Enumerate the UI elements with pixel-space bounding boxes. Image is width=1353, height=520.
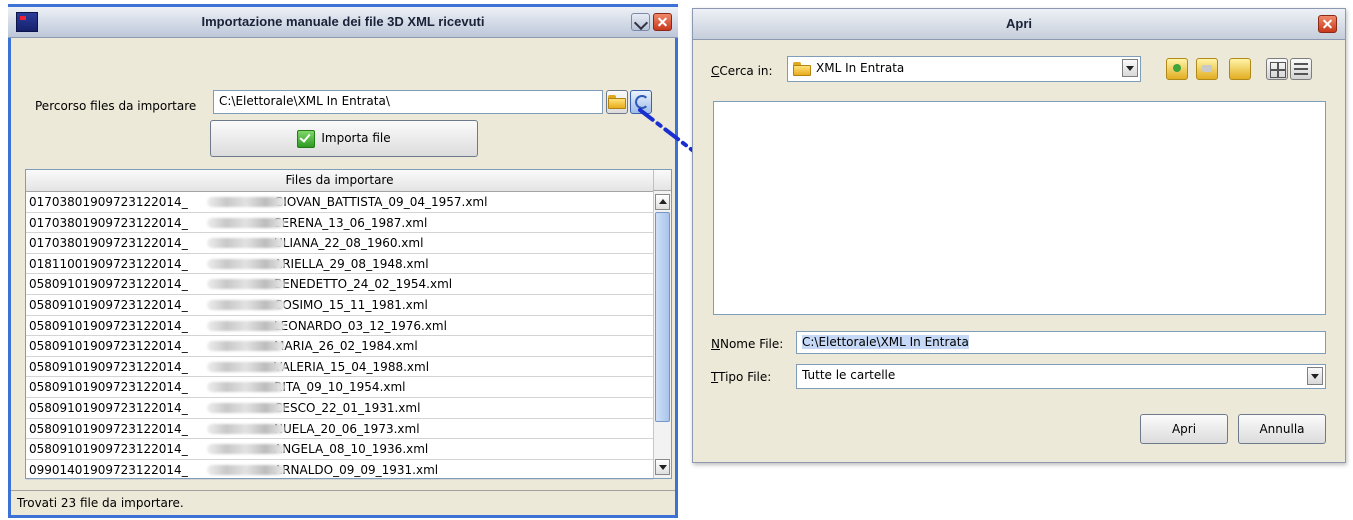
new-folder-icon[interactable] [1229, 58, 1251, 80]
details-view-icon[interactable] [1290, 58, 1312, 80]
filetype-combo[interactable]: Tutte le cartelle [796, 364, 1326, 389]
open-dialog: Apri CCerca in: XML In Entrata NNome Fil… [692, 8, 1346, 463]
filename-input[interactable]: C:\Elettorale\XML In Entrata [796, 331, 1326, 354]
list-view-icon[interactable] [1266, 58, 1288, 80]
chevron-down-icon[interactable] [1307, 367, 1323, 385]
chevron-down-icon[interactable] [1122, 59, 1138, 77]
open-dialog-title: Apri [1006, 16, 1032, 31]
folder-icon [793, 62, 811, 76]
filename-label: NNome File: [711, 337, 784, 351]
filetype-label: TTipo File: [711, 370, 772, 384]
cancel-button[interactable]: Annulla [1238, 414, 1326, 444]
open-dialog-titlebar[interactable]: Apri [693, 9, 1345, 40]
lookin-combo[interactable]: XML In Entrata [787, 56, 1141, 82]
filetype-value: Tutte le cartelle [802, 368, 896, 382]
open-button[interactable]: Apri [1140, 414, 1228, 444]
filename-value: C:\Elettorale\XML In Entrata [802, 335, 969, 349]
lookin-value: XML In Entrata [816, 61, 905, 75]
folder-contents-list[interactable] [713, 101, 1326, 315]
lookin-label: CCerca in: [711, 64, 773, 78]
home-folder-icon[interactable] [1196, 58, 1218, 80]
dialog-close-icon[interactable] [1318, 15, 1337, 33]
up-folder-icon[interactable] [1166, 58, 1188, 80]
